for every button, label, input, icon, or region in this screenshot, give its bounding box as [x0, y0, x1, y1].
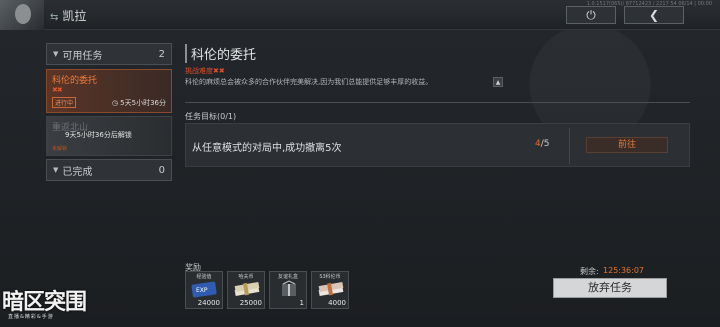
abandon-task-button[interactable]: 放弃任务 — [553, 278, 667, 298]
remaining-label: 剩余: — [580, 267, 599, 276]
status-badge: 进行中 — [52, 97, 77, 108]
divider — [185, 102, 690, 103]
reward-item[interactable]: 经验值 EXP 24000 — [185, 271, 223, 309]
swap-icon: ⇆ — [50, 12, 59, 23]
chevron-left-icon: ❮ — [648, 8, 660, 22]
task-sidebar: ▼ 可用任务 2 科伦的委托 ✖✖ 进行中 ◷ 5天5小时36分 重返北山 9天… — [46, 43, 172, 183]
remaining-time: 125:36:07 — [603, 266, 645, 275]
rewards-list: 经验值 EXP 24000 哈夫币 25000 友谊礼盒 1 S3科伦币 400… — [185, 271, 349, 309]
svg-text:EXP: EXP — [196, 287, 208, 294]
power-button[interactable]: ⏻ — [566, 6, 616, 24]
avatar[interactable] — [0, 0, 44, 30]
reward-item[interactable]: 哈夫币 25000 — [227, 271, 265, 309]
available-tasks-header[interactable]: ▼ 可用任务 2 — [46, 43, 172, 65]
task-item-active[interactable]: 科伦的委托 ✖✖ 进行中 ◷ 5天5小时36分 — [46, 69, 172, 113]
clock-icon: ◷ — [111, 99, 118, 107]
game-logo: 暗区突围 — [2, 290, 87, 315]
logo-subtitle: 直播&精彩&手游 — [8, 314, 54, 320]
divider — [569, 128, 570, 164]
triangle-down-icon: ▼ — [53, 166, 59, 174]
task-item-locked[interactable]: 重返北山 9天5小时36分后解锁 未解锁 — [46, 116, 172, 156]
goal-progress: 4/5 — [535, 139, 550, 149]
difficulty-stars: ✖✖ — [52, 86, 63, 94]
task-title: 科伦的委托 — [185, 44, 256, 63]
gift-box-icon — [282, 280, 296, 296]
goal-label: 任务目标(0/1) — [185, 112, 237, 121]
collapse-button[interactable]: ▲ — [493, 77, 503, 87]
exp-card-icon: EXP — [191, 281, 217, 298]
triangle-down-icon: ▼ — [53, 50, 59, 58]
goal-row: 从任意模式的对局中,成功撤离5次 4/5 前往 — [185, 123, 690, 167]
reward-item[interactable]: S3科伦币 4000 — [311, 271, 349, 309]
task-timer: ◷ 5天5小时36分 — [111, 99, 166, 107]
goal-text: 从任意模式的对局中,成功撤离5次 — [192, 143, 342, 154]
completed-tasks-header[interactable]: ▼ 已完成 0 — [46, 159, 172, 181]
header-title: ⇆ 凯拉 — [50, 9, 87, 23]
task-description: 科伦的麻烦总会被众多的合作伙伴完美解决,因为我们总能提供足够丰厚的收益。 — [185, 78, 433, 86]
go-button[interactable]: 前往 — [586, 137, 668, 153]
reward-item[interactable]: 友谊礼盒 1 — [269, 271, 307, 309]
chevron-up-icon: ▲ — [495, 78, 501, 86]
cash-stack-icon — [234, 281, 260, 297]
back-button[interactable]: ❮ — [624, 6, 684, 24]
coin-stack-icon — [318, 281, 344, 297]
power-icon: ⏻ — [586, 7, 596, 22]
difficulty-label: 挑战难度✖✖ — [185, 67, 225, 75]
